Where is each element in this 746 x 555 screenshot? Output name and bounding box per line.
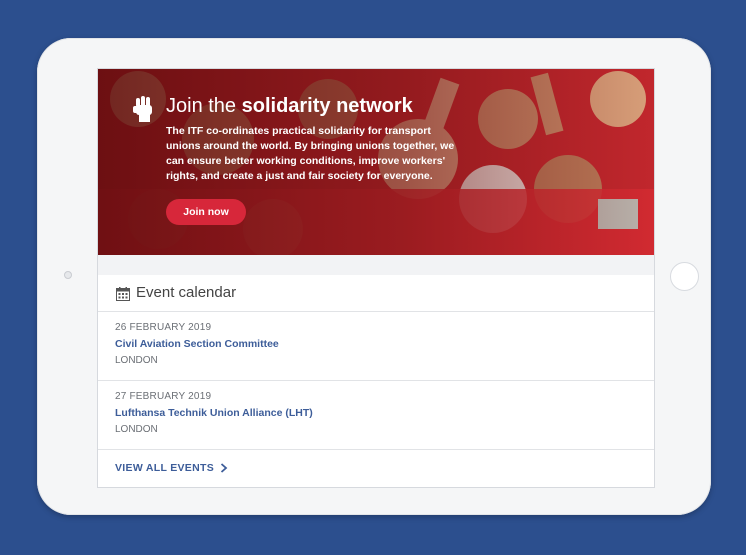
event-location: LONDON bbox=[115, 355, 158, 366]
event-link[interactable]: Lufthansa Technik Union Alliance (LHT) bbox=[115, 407, 313, 419]
view-all-events-link[interactable]: VIEW ALL EVENTS bbox=[115, 462, 228, 474]
event-item: 27 FEBRUARY 2019 Lufthansa Technik Union… bbox=[98, 381, 654, 450]
event-calendar-title: Event calendar bbox=[136, 284, 237, 301]
home-button[interactable] bbox=[670, 262, 699, 291]
tablet-frame: Join the solidarity network The ITF co-o… bbox=[37, 38, 711, 515]
hero-title-bold: solidarity network bbox=[241, 95, 413, 117]
chevron-right-icon bbox=[220, 463, 228, 473]
join-now-button[interactable]: Join now bbox=[166, 199, 246, 225]
event-date: 26 FEBRUARY 2019 bbox=[115, 322, 212, 333]
tablet-screen: Join the solidarity network The ITF co-o… bbox=[97, 68, 655, 488]
event-calendar-header: Event calendar bbox=[98, 275, 654, 312]
hero-description: The ITF co-ordinates practical solidarit… bbox=[166, 125, 455, 182]
event-location: LONDON bbox=[115, 424, 158, 435]
section-spacer bbox=[98, 255, 654, 275]
hero-banner: Join the solidarity network The ITF co-o… bbox=[98, 69, 654, 255]
event-link[interactable]: Civil Aviation Section Committee bbox=[115, 338, 279, 350]
calendar-icon bbox=[116, 287, 130, 301]
event-date: 27 FEBRUARY 2019 bbox=[115, 391, 212, 402]
view-all-events-label: VIEW ALL EVENTS bbox=[115, 462, 215, 474]
event-item: 26 FEBRUARY 2019 Civil Aviation Section … bbox=[98, 312, 654, 381]
hero-title: Join the solidarity network bbox=[166, 95, 413, 118]
hero-title-prefix: Join the bbox=[166, 95, 242, 117]
camera-dot bbox=[64, 271, 72, 279]
raised-fist-icon bbox=[133, 96, 152, 122]
